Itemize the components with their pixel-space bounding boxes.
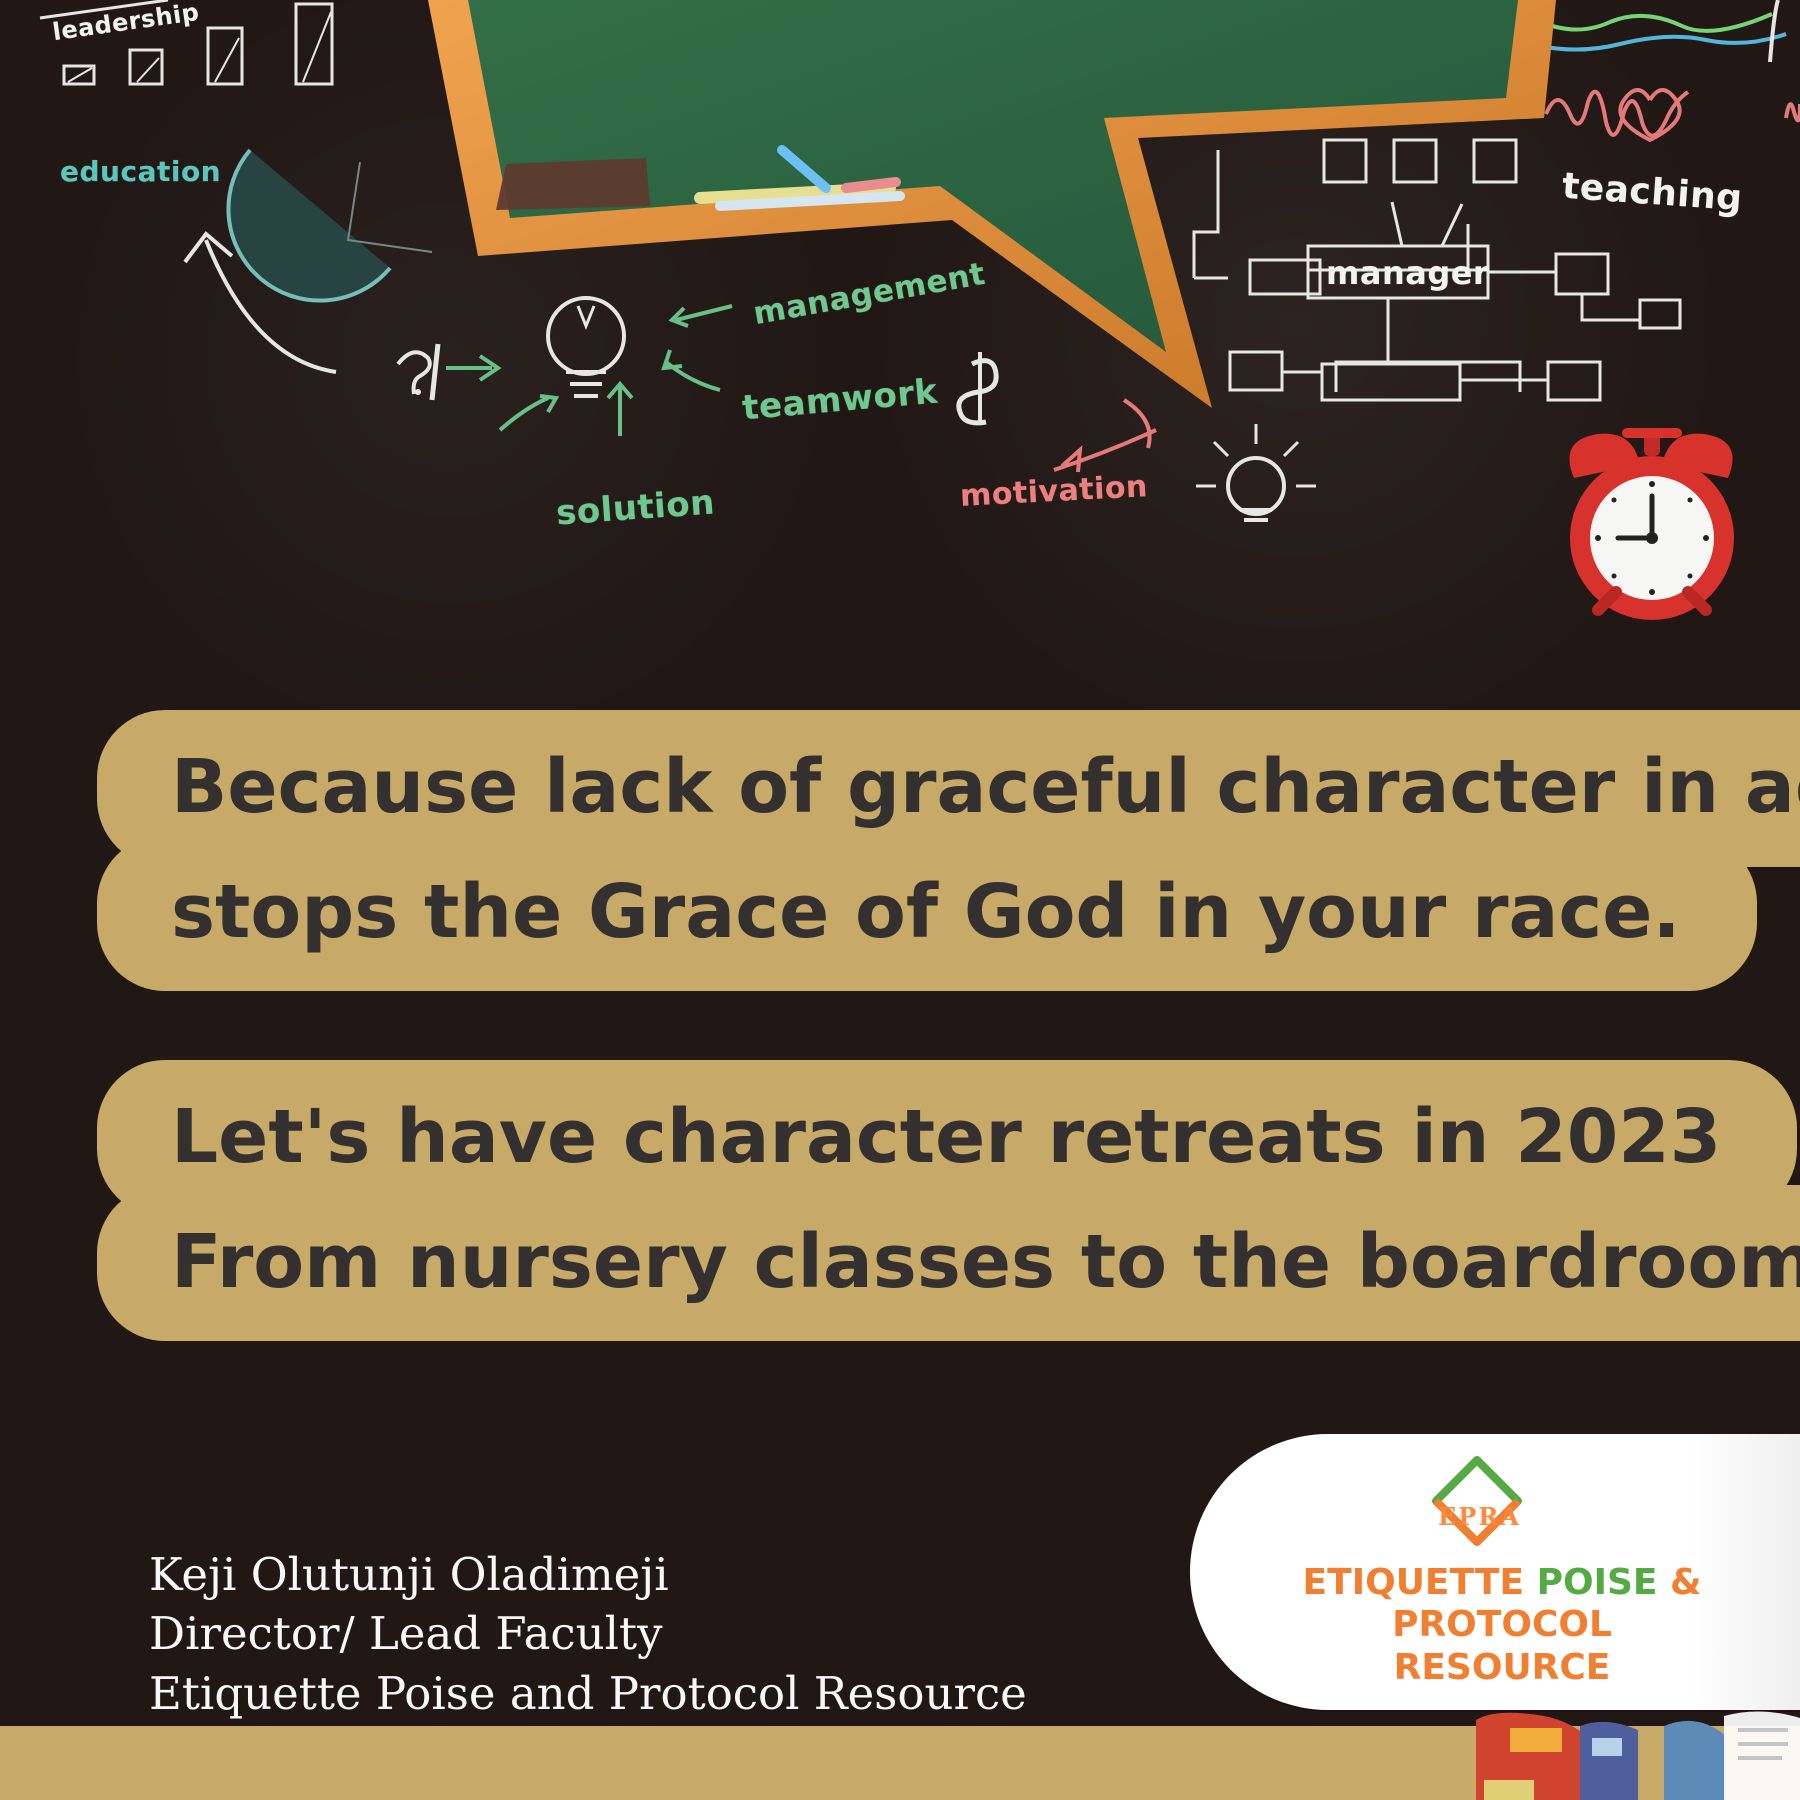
epra-name-line-2: RESOURCE	[1393, 1646, 1611, 1688]
epra-mark: EPRA	[1438, 1502, 1521, 1531]
signature-organization: Etiquette Poise and Protocol Resource	[149, 1666, 1027, 1720]
epra-name-part-1: ETIQUETTE	[1302, 1562, 1537, 1603]
poster-page: leadership education management teamwork…	[0, 0, 1800, 1800]
alarm-clock	[1569, 428, 1734, 620]
quote-line: stops the Grace of God in your race.	[117, 854, 1737, 972]
signature-name: Keji Olutunji Oladimeji	[149, 1548, 669, 1601]
quote-row: stops the Grace of God in your race.	[117, 854, 1737, 972]
epra-name-part-2: POISE	[1536, 1562, 1658, 1603]
quote-line: Let's have character retreats in 2023	[117, 1080, 1778, 1197]
epra-name-line-1: ETIQUETTE POISE & PROTOCOL	[1222, 1562, 1782, 1647]
epra-diamond-icon	[1432, 1456, 1522, 1546]
signature-block: Keji Olutunji Oladimeji Director/ Lead F…	[149, 1545, 1027, 1723]
quote-row: Let's have character retreats in 2023	[117, 1080, 1778, 1197]
chalk-label-education: education	[60, 155, 222, 188]
epra-name: ETIQUETTE POISE & PROTOCOL RESOURCE	[1222, 1562, 1782, 1689]
quote-block-two: Let's have character retreats in 2023 Fr…	[117, 1080, 1800, 1322]
signature-title: Director/ Lead Faculty	[149, 1607, 663, 1661]
quote-line: Because lack of graceful character in ad…	[117, 730, 1800, 847]
chalk-label-manager: manager	[1326, 254, 1490, 292]
quote-row: Because lack of graceful character in ad…	[117, 730, 1800, 847]
quote-line: From nursery classes to the boardroom.	[117, 1204, 1800, 1322]
epra-logo-card: EPRA ETIQUETTE POISE & PROTOCOL RESOURCE	[1190, 1434, 1800, 1710]
chalkboard-illustration	[39, 0, 1800, 620]
school-bag-illustration	[1476, 1711, 1800, 1800]
quote-block-one: Because lack of graceful character in ad…	[117, 730, 1800, 972]
quote-row: From nursery classes to the boardroom.	[117, 1204, 1800, 1322]
